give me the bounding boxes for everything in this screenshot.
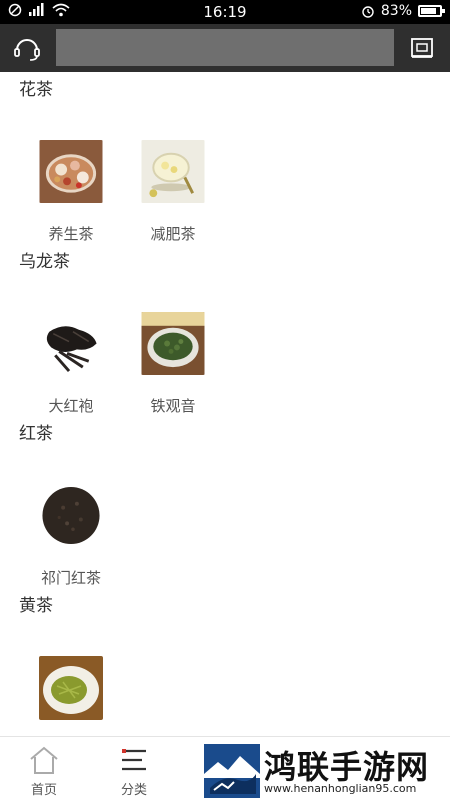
dahongpao-thumbnail	[39, 312, 103, 375]
top-bar	[0, 24, 450, 72]
section-title: 黄茶	[19, 596, 53, 616]
nav-home[interactable]: 首页	[14, 737, 74, 800]
nav-category-label: 分类	[120, 783, 147, 798]
status-icons-right: 83%	[361, 3, 445, 19]
menu-icon	[122, 749, 146, 771]
watermark-url: www.henanhonglian95.com	[264, 782, 417, 795]
product-item-slimming-tea[interactable]: 减肥茶	[122, 108, 224, 244]
yellow-tea-thumbnail	[39, 656, 103, 720]
section-title: 乌龙茶	[19, 252, 70, 272]
slimming-tea-thumbnail	[141, 140, 205, 203]
watermark-logo-icon	[204, 744, 260, 798]
category-content: 花茶 养生茶 减肥茶 乌龙茶 大红袍 铁观音 红茶 祁门红茶 黄茶	[0, 72, 450, 736]
nav-category[interactable]: 分类	[104, 737, 164, 800]
headset-icon[interactable]	[12, 34, 42, 62]
scan-icon[interactable]	[410, 36, 434, 60]
battery-icon	[418, 5, 445, 17]
product-label: 养生茶	[48, 225, 94, 243]
battery-percent: 83%	[380, 3, 412, 19]
section-items: 祁门红茶	[0, 452, 450, 588]
watermark: 鸿联手游网 www.henanhonglian95.com	[200, 740, 450, 800]
status-bar: 16:19 83%	[0, 0, 450, 24]
product-item-herbal-tea[interactable]: 养生茶	[20, 108, 122, 244]
product-label: 减肥茶	[150, 225, 196, 243]
keemun-thumbnail	[39, 484, 103, 547]
product-label: 祁门红茶	[40, 569, 101, 587]
section-oolong-tea: 乌龙茶 大红袍 铁观音	[0, 244, 450, 416]
tieguanyin-thumbnail	[141, 312, 205, 375]
product-item-tieguanyin[interactable]: 铁观音	[122, 280, 224, 416]
section-title: 花茶	[19, 80, 53, 100]
product-item-dahongpao[interactable]: 大红袍	[20, 280, 122, 416]
product-label: 铁观音	[150, 397, 196, 415]
section-items	[0, 624, 450, 736]
home-icon	[30, 746, 58, 774]
alarm-icon	[362, 6, 374, 18]
product-label: 大红袍	[48, 397, 94, 415]
search-input[interactable]	[56, 29, 394, 66]
product-item-yellow-tea[interactable]	[20, 624, 122, 736]
section-items: 养生茶 减肥茶	[0, 108, 450, 244]
herbal-tea-thumbnail	[39, 140, 103, 203]
nav-home-label: 首页	[30, 783, 57, 798]
section-black-tea: 红茶 祁门红茶	[0, 416, 450, 588]
section-yellow-tea: 黄茶	[0, 588, 450, 736]
product-item-keemun[interactable]: 祁门红茶	[20, 452, 122, 588]
section-title: 红茶	[19, 424, 53, 444]
section-flower-tea: 花茶 养生茶 减肥茶	[0, 72, 450, 244]
section-items: 大红袍 铁观音	[0, 280, 450, 416]
